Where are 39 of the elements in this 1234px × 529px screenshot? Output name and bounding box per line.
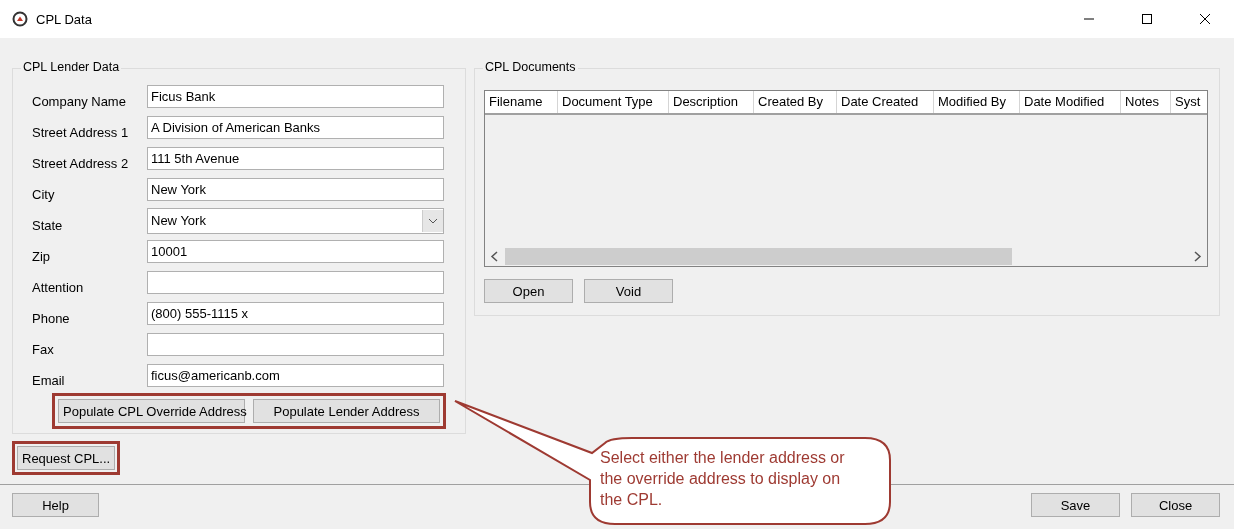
document-button[interactable]: Open (484, 279, 573, 303)
field-label: Email (32, 372, 66, 388)
group-title: CPL Documents (483, 60, 578, 74)
column-header[interactable]: Created By (754, 91, 837, 113)
input-field[interactable]: A Division of American Banks (147, 116, 444, 139)
column-header[interactable]: Notes (1121, 91, 1171, 113)
column-header[interactable]: Date Created (837, 91, 934, 113)
group-title: CPL Lender Data (21, 60, 122, 74)
field-label: Street Address 1 (32, 124, 130, 140)
column-header[interactable]: Document Type (558, 91, 669, 113)
window-title: CPL Data (36, 11, 93, 27)
column-header[interactable]: Filename (485, 91, 558, 113)
field-label: Street Address 2 (32, 155, 130, 171)
input-field[interactable]: 111 5th Avenue (147, 147, 444, 170)
footer-button[interactable]: Close (1131, 493, 1220, 517)
column-header[interactable]: Date Modified (1020, 91, 1121, 113)
field-label: City (32, 186, 56, 202)
column-header[interactable]: Syst (1171, 91, 1207, 113)
input-field[interactable]: ficus@americanb.com (147, 364, 444, 387)
help-button[interactable]: Help (12, 493, 99, 517)
column-header[interactable]: Modified By (934, 91, 1020, 113)
field-label: Company Name (32, 93, 127, 109)
input-field[interactable]: 10001 (147, 240, 444, 263)
callout-text: Select either the lender address or the override address to display on the CPL. (600, 448, 846, 510)
field-label: State (32, 217, 64, 233)
document-button[interactable]: Void (584, 279, 673, 303)
populate-button[interactable]: Populate CPL Override Address (58, 399, 245, 423)
input-field[interactable]: (800) 555-1115 x (147, 302, 444, 325)
column-header[interactable]: Description (669, 91, 754, 113)
footer-button[interactable]: Save (1031, 493, 1120, 517)
input-field[interactable]: New York (147, 178, 444, 201)
field-label: Fax (32, 341, 55, 357)
field-label: Zip (32, 248, 52, 264)
request-cpl-button[interactable]: Request CPL... (17, 446, 116, 470)
field-label: Attention (32, 279, 85, 295)
populate-button[interactable]: Populate Lender Address (253, 399, 440, 423)
input-field[interactable]: Ficus Bank (147, 85, 444, 108)
field-label: Phone (32, 310, 71, 326)
state-dropdown[interactable]: New York (147, 207, 444, 234)
